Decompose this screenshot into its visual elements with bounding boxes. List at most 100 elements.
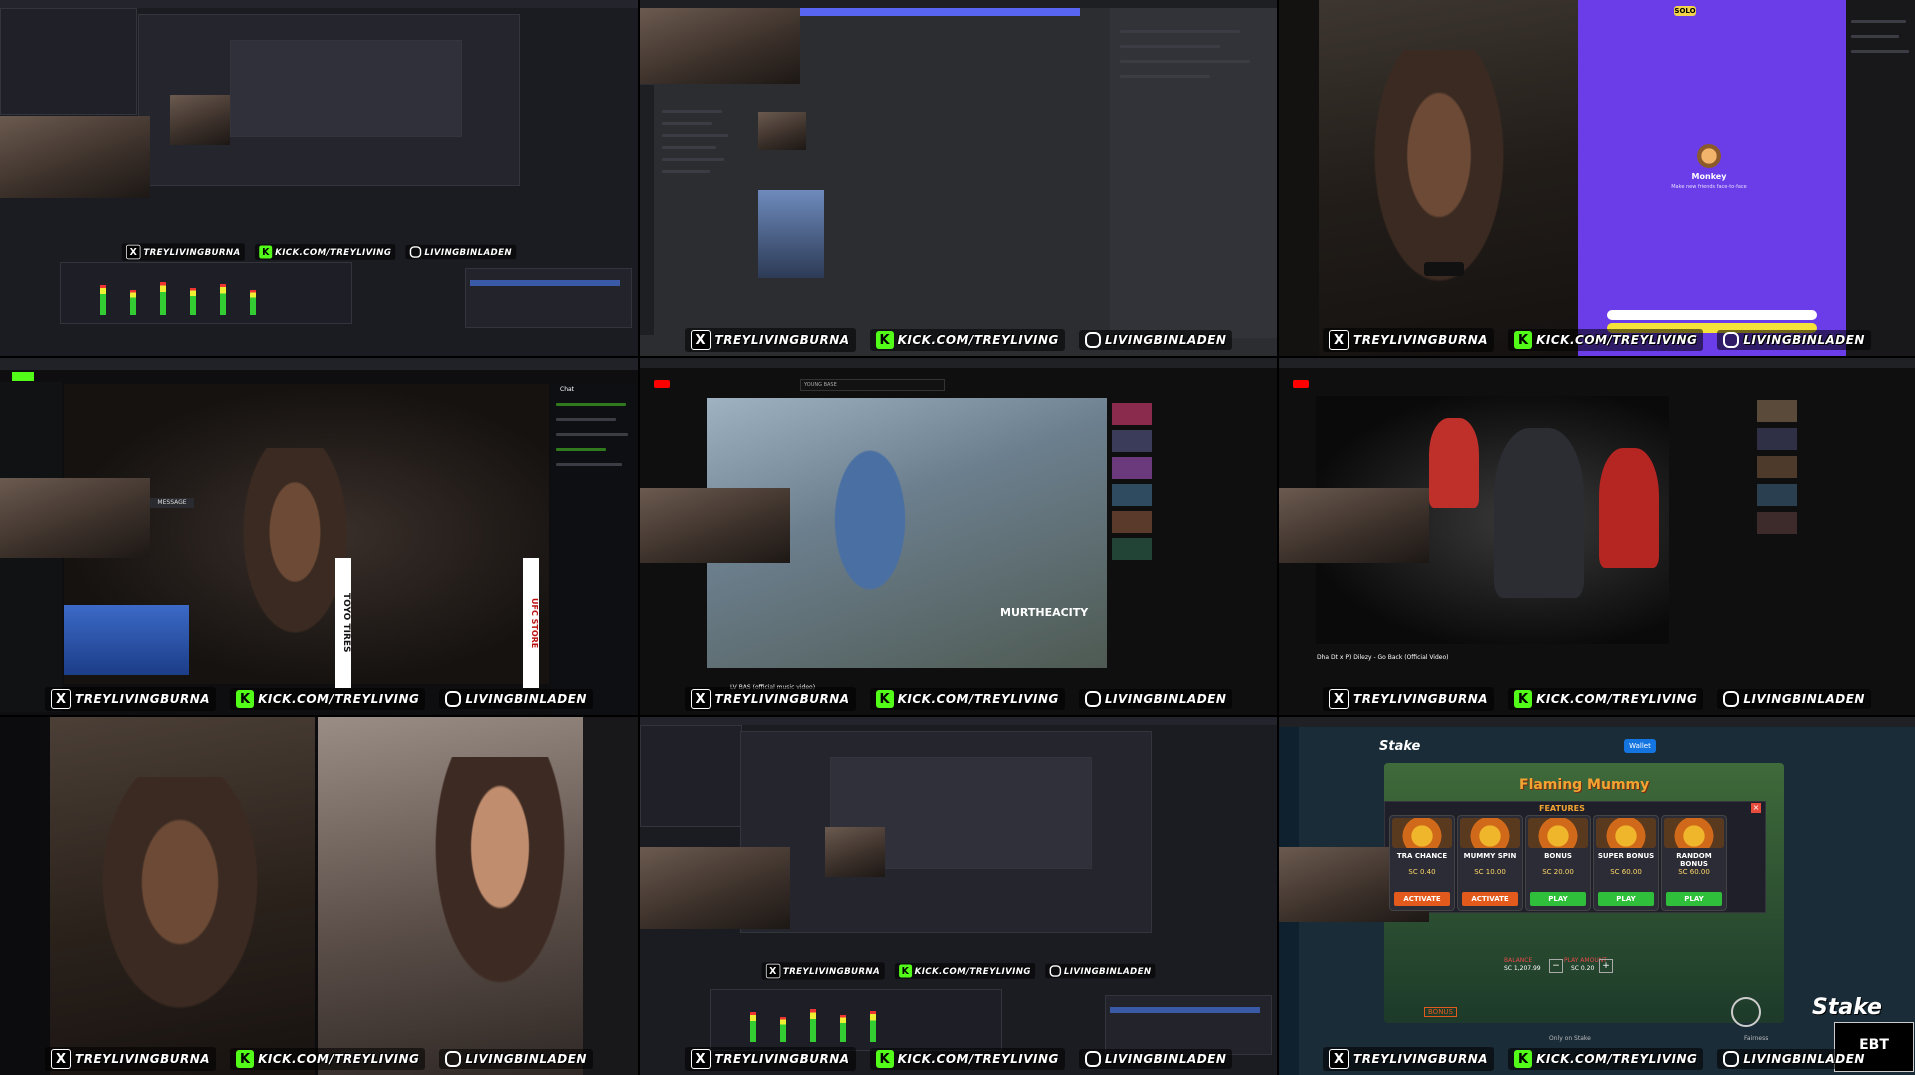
start-streaming-button[interactable] [470,280,620,286]
feature-name: MUMMY SPIN [1463,852,1517,860]
rec-thumb[interactable] [1112,430,1152,452]
x-handle-text: TREYLIVINGBURNA [1353,1052,1489,1066]
youtube-logo-icon[interactable] [654,380,670,388]
kick-handle-badge: K KICK.COM/TREYLIVING [869,1048,1065,1070]
audio-meter [780,1017,786,1042]
x-handle-badge: X TREYLIVINGBURNA [684,1047,856,1071]
channel-item[interactable] [662,158,724,161]
x-handle-text: TREYLIVINGBURNA [714,692,850,706]
chat-line [1120,30,1240,33]
x-logo-icon: X [690,689,711,709]
message-button[interactable]: MESSAGE [150,498,194,508]
feature-play-button[interactable]: PLAY [1598,892,1654,906]
channel-item[interactable] [662,134,728,137]
ig-handle-badge: LIVINGBINLADEN [1078,330,1233,350]
audio-meter [130,290,136,315]
tile-youtube-1: YOUNG BASE MURTHEACITY LV BAS (official … [640,358,1277,715]
search-input[interactable]: YOUNG BASE [800,379,945,391]
monkey-logo-icon [1697,144,1721,168]
channel-item[interactable] [662,122,712,125]
rec-thumb[interactable] [1112,511,1152,533]
x-handle-text: TREYLIVINGBURNA [75,692,211,706]
bonus-tag[interactable]: BONUS [1424,1007,1457,1017]
streamer [60,777,300,1075]
channel-item[interactable] [662,146,716,149]
rec-thumb[interactable] [1112,484,1152,506]
audio-meter [190,288,196,315]
plus-button[interactable]: + [1599,959,1613,973]
x-logo-icon: X [51,689,72,709]
obs-left-panel [0,8,137,115]
tile-split-cam: X TREYLIVINGBURNA K KICK.COM/TREYLIVING LI… [0,717,638,1075]
rec-thumb[interactable] [1757,456,1797,478]
x-logo-icon: X [1329,330,1350,350]
youtube-logo-icon[interactable] [1293,380,1309,388]
tile-youtube-2: Dha Dt x P) Dilezy - Go Back (Official V… [1279,358,1915,715]
kick-handle-text: KICK.COM/TREYLIVING [897,1052,1059,1066]
feature-card: BONUS SC 20.00 PLAY [1525,815,1591,911]
wallet-button[interactable]: Wallet [1624,739,1656,753]
kick-logo-icon: K [1514,331,1533,349]
chat-line [556,418,616,421]
rec-thumb[interactable] [1757,428,1797,450]
start-streaming-button[interactable] [1110,1007,1260,1013]
audio-meter [220,284,226,315]
only-on-text: Only on Stake [1549,1035,1591,1042]
rec-thumb[interactable] [1112,457,1152,479]
channel-item[interactable] [662,170,710,173]
social-overlay: X TREYLIVINGBURNA K KICK.COM/TREYLIVING LI… [640,1047,1277,1071]
kick-handle-text: KICK.COM/TREYLIVING [258,692,420,706]
rec-thumb[interactable] [1757,512,1797,534]
fairness-link[interactable]: Fairness [1744,1035,1768,1042]
kick-logo-icon[interactable] [12,372,34,381]
kick-handle-text: KICK.COM/TREYLIVING [1536,333,1698,347]
x-handle-text: TREYLIVINGBURNA [1353,692,1489,706]
feature-activate-button[interactable]: ACTIVATE [1462,892,1518,906]
minus-button[interactable]: − [1549,959,1563,973]
rec-thumb[interactable] [1757,484,1797,506]
kick-handle-badge: K KICK.COM/TREYLIVING [1508,329,1704,351]
ig-handle-badge: LIVINGBINLADEN [1045,963,1156,979]
x-logo-icon: X [1329,1049,1350,1069]
solo-badge[interactable]: SOLO [1674,6,1696,16]
close-icon[interactable]: × [1751,803,1761,813]
tile-kick-ufc: TOYO TIRES UFC STORE MESSAGE Chat X TREYL… [0,358,638,715]
feature-card: TRA CHANCE SC 0.40 ACTIVATE [1389,815,1455,911]
rec-thumb[interactable] [1757,400,1797,422]
obs-inner-preview [230,40,462,137]
x-handle-badge: X TREYLIVINGBURNA [684,328,856,352]
sponsor-banner-ufc: UFC STORE [523,558,539,688]
channel-item[interactable] [662,110,722,113]
x-handle-badge: X TREYLIVINGBURNA [121,243,245,261]
ig-handle-badge: LIVINGBINLADEN [439,689,593,709]
stake-logo[interactable]: Stake [1379,739,1420,754]
kick-handle-badge: K KICK.COM/TREYLIVING [230,1048,426,1070]
ig-handle-badge: LIVINGBINLADEN [1717,330,1871,350]
social-overlay: X TREYLIVINGBURNA K KICK.COM/TREYLIVING LI… [729,962,1188,980]
social-overlay: X TREYLIVINGBURNA K KICK.COM/TREYLIVING LI… [640,328,1277,352]
phone [1424,262,1464,276]
x-logo-icon: X [126,244,141,260]
chat-input[interactable] [1607,310,1817,320]
kick-handle-badge: K KICK.COM/TREYLIVING [230,688,426,710]
feature-activate-button[interactable]: ACTIVATE [1394,892,1450,906]
streamer [1339,50,1539,350]
social-overlay: X TREYLIVINGBURNA K KICK.COM/TREYLIVING LI… [0,1047,638,1071]
chat-panel [1846,0,1915,356]
chat-line [556,448,606,451]
feature-play-button[interactable]: PLAY [1530,892,1586,906]
rec-thumb[interactable] [1112,403,1152,425]
rec-thumb[interactable] [1112,538,1152,560]
ig-handle-text: LIVINGBINLADEN [465,1052,587,1066]
chat-line [556,463,622,466]
spin-button[interactable] [1731,997,1761,1027]
audio-meter [250,290,256,315]
social-overlay: X TREYLIVINGBURNA K KICK.COM/TREYLIVING LI… [89,243,548,261]
feature-play-button[interactable]: PLAY [1666,892,1722,906]
x-handle-text: TREYLIVINGBURNA [714,1052,850,1066]
ig-handle-badge: LIVINGBINLADEN [1717,1049,1871,1069]
discord-server-list [640,85,654,335]
instagram-logo-icon [1723,691,1740,707]
sponsor-banner-toyo: TOYO TIRES [335,558,351,688]
menu-bar [640,717,1277,725]
